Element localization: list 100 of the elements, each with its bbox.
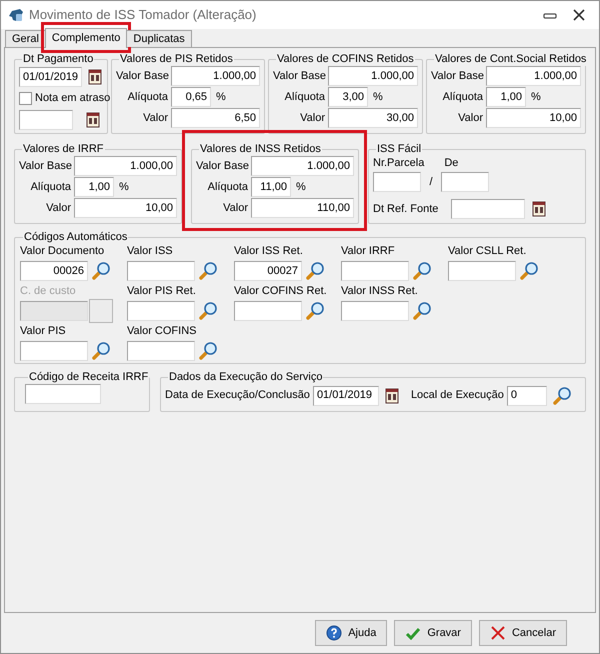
field-label: Valor ISS Ret. (234, 244, 304, 259)
group-title: ISS Fácil (376, 142, 422, 156)
input-field[interactable] (19, 110, 73, 130)
search-icon (305, 261, 325, 281)
field-label: Valor (222, 200, 248, 216)
cancel-button[interactable]: Cancelar (478, 620, 567, 646)
field-label: Valor CSLL Ret. (448, 244, 528, 259)
checkbox-label: Nota em atraso (35, 91, 110, 106)
group-title: Valores de IRRF (22, 142, 104, 156)
unit-label: % (296, 180, 306, 195)
group-title: Dt Pagamento (22, 52, 94, 66)
checkbox[interactable] (19, 92, 32, 105)
field-label: Valor Base (19, 158, 71, 174)
input-field[interactable] (127, 261, 195, 281)
field-label: Valor (299, 110, 325, 126)
input-field[interactable]: 1.000,00 (171, 66, 260, 86)
field-label: C. de custo (20, 284, 77, 299)
input-field[interactable]: 0 (506, 386, 547, 406)
search-icon (198, 301, 218, 321)
field-label: Valor (45, 200, 71, 216)
input-field[interactable]: 0,65 (171, 87, 211, 107)
search-icon (552, 386, 572, 406)
field-label: Data de Execução/Conclusão (165, 388, 310, 404)
input-field[interactable]: 00026 (20, 261, 88, 281)
field-label: Alíquota (206, 180, 248, 195)
input-field[interactable] (373, 172, 421, 192)
field-label: Valor Base (431, 68, 483, 84)
close-icon (490, 625, 506, 641)
input-field[interactable]: 10,00 (486, 108, 581, 128)
field-label: Dt Ref. Fonte (373, 202, 440, 217)
input-field[interactable] (20, 341, 88, 361)
check-icon (405, 626, 422, 640)
input-field[interactable]: 00027 (234, 261, 302, 281)
search-icon (412, 301, 432, 321)
window-title: Movimento de ISS Tomador (Alteração) (29, 6, 256, 24)
search-icon (91, 341, 111, 361)
help-button[interactable]: Ajuda (315, 620, 388, 646)
input-field[interactable] (451, 199, 525, 219)
calendar-icon (86, 112, 100, 128)
input-field[interactable]: 10,00 (74, 198, 177, 218)
calendar-icon (384, 388, 399, 404)
search-icon (198, 261, 218, 281)
field-label: Valor Base (116, 68, 168, 84)
input-field[interactable] (341, 261, 409, 281)
field-label: Valor (142, 110, 168, 126)
input-field[interactable] (441, 172, 489, 192)
field-label: Alíquota (126, 90, 168, 105)
tab[interactable]: Complemento (44, 28, 128, 48)
field-label: De (444, 156, 458, 170)
field-label: Valor PIS (20, 324, 67, 339)
field-label: Nr.Parcela (373, 156, 424, 170)
input-field[interactable]: 1.000,00 (486, 66, 581, 86)
tab[interactable]: Geral (5, 30, 46, 46)
input-field[interactable]: 1.000,00 (251, 156, 354, 176)
field-label: Valor Base (196, 158, 248, 174)
group-title: Códigos Automáticos (23, 230, 128, 244)
input-field[interactable]: 110,00 (251, 198, 354, 218)
input-field[interactable]: 01/01/2019 (19, 67, 82, 87)
field-label: Valor IRRF (341, 244, 396, 259)
calendar-icon (532, 201, 546, 217)
input-field[interactable] (448, 261, 516, 281)
field-label: Alíquota (442, 90, 483, 105)
input-field[interactable]: 1,00 (74, 177, 114, 197)
group-title: Código de Receita IRRF (28, 370, 150, 384)
search-icon (91, 261, 111, 281)
group-title: Valores de INSS Retidos (199, 142, 322, 156)
input-field[interactable]: 01/01/2019 (312, 386, 379, 406)
input-field[interactable]: 3,00 (328, 87, 368, 107)
search-icon (412, 261, 432, 281)
unit-label: % (531, 90, 541, 105)
input-field[interactable]: 6,50 (171, 108, 260, 128)
group-title: Valores de PIS Retidos (119, 52, 234, 66)
field-label: Valor PIS Ret. (127, 284, 197, 299)
input-field[interactable] (127, 341, 195, 361)
input-field[interactable] (234, 301, 302, 321)
app-icon (7, 7, 25, 23)
search-icon (305, 301, 325, 321)
tab[interactable]: Duplicatas (126, 30, 192, 46)
save-button[interactable]: Gravar (394, 620, 472, 646)
group-title: Dados da Execução do Serviço (168, 370, 324, 384)
input-field[interactable]: 1.000,00 (74, 156, 177, 176)
unit-label: % (373, 90, 383, 105)
field-label: Valor INSS Ret. (341, 284, 419, 299)
input-field[interactable]: 1.000,00 (328, 66, 418, 86)
group-title: Valores de Cont.Social Retidos (434, 52, 588, 66)
help-icon (326, 625, 342, 641)
input-field[interactable] (341, 301, 409, 321)
field-label: Valor COFINS (127, 324, 198, 339)
field-label: Valor COFINS Ret. (234, 284, 328, 299)
input-field[interactable] (25, 384, 101, 404)
unit-label: % (119, 180, 129, 195)
search-icon (519, 261, 539, 281)
input-field[interactable] (127, 301, 195, 321)
lookup-button[interactable] (89, 299, 113, 323)
input-field[interactable]: 30,00 (328, 108, 418, 128)
calendar-icon (88, 69, 102, 85)
field-label: Local de Execução (410, 388, 504, 404)
field-label: Valor Base (273, 68, 325, 84)
input-field[interactable]: 11,00 (251, 177, 291, 197)
input-field[interactable]: 1,00 (486, 87, 526, 107)
